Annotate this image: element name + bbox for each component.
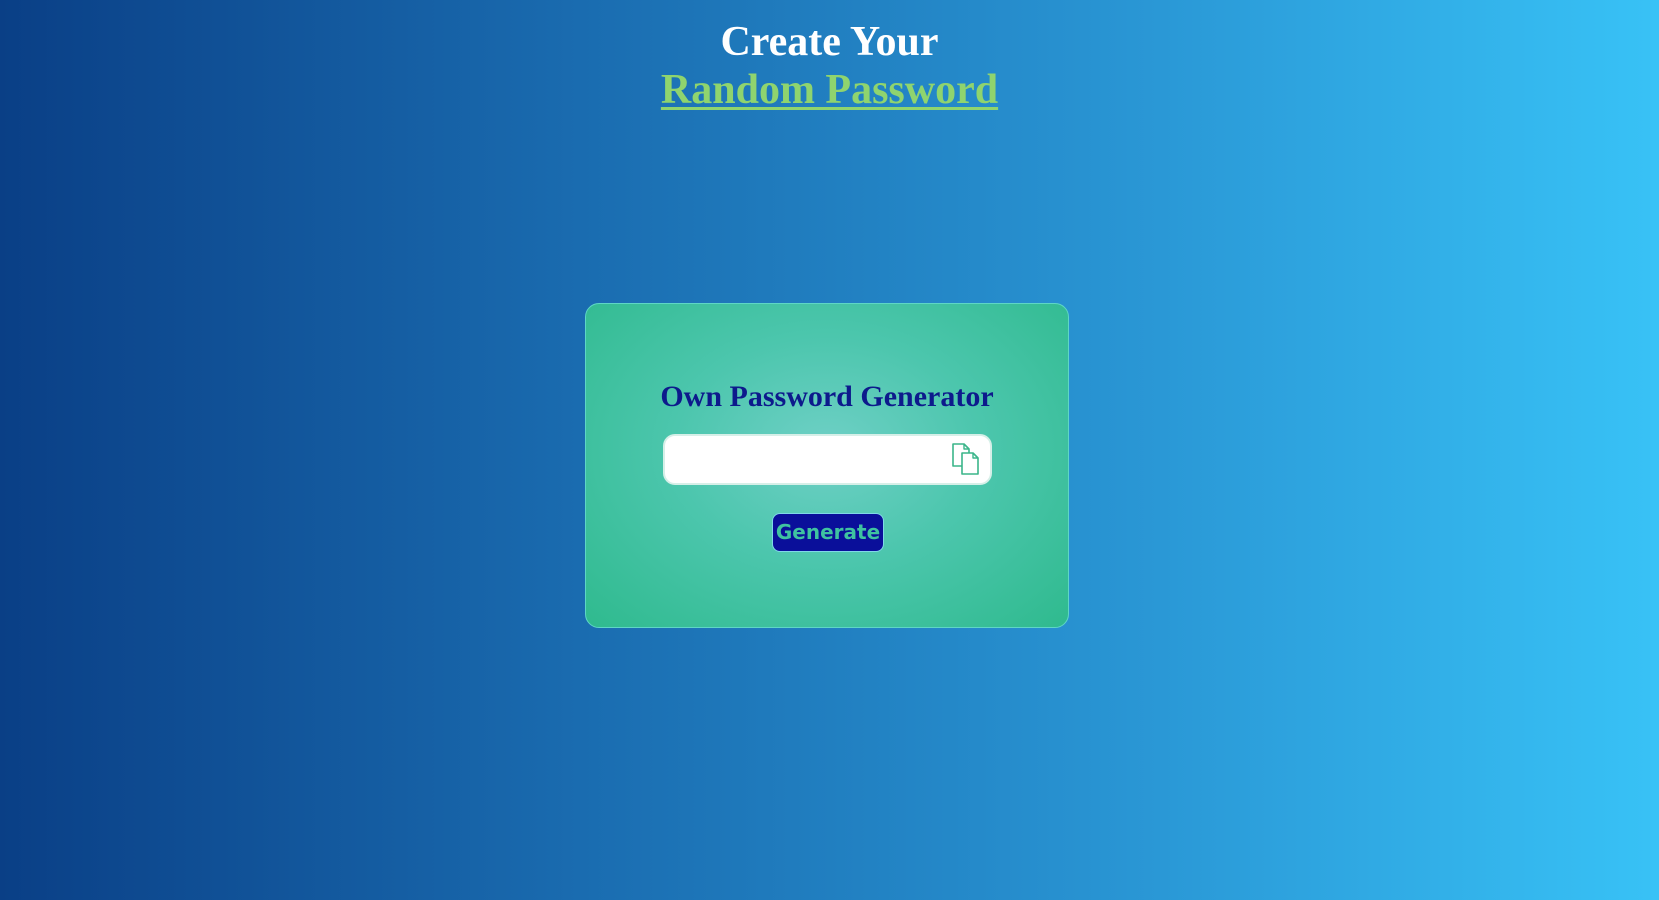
password-field xyxy=(663,434,992,485)
card-title: Own Password Generator xyxy=(660,380,994,413)
page-subtitle: Random Password xyxy=(660,67,999,113)
password-input[interactable] xyxy=(677,436,937,483)
password-generator-card: Own Password Generator Generate xyxy=(585,303,1069,628)
copy-icon xyxy=(950,442,982,476)
page-header: Create Your Random Password xyxy=(0,18,1659,114)
copy-button[interactable] xyxy=(950,442,982,476)
generate-button[interactable]: Generate xyxy=(772,513,884,552)
page-title: Create Your xyxy=(720,19,939,65)
